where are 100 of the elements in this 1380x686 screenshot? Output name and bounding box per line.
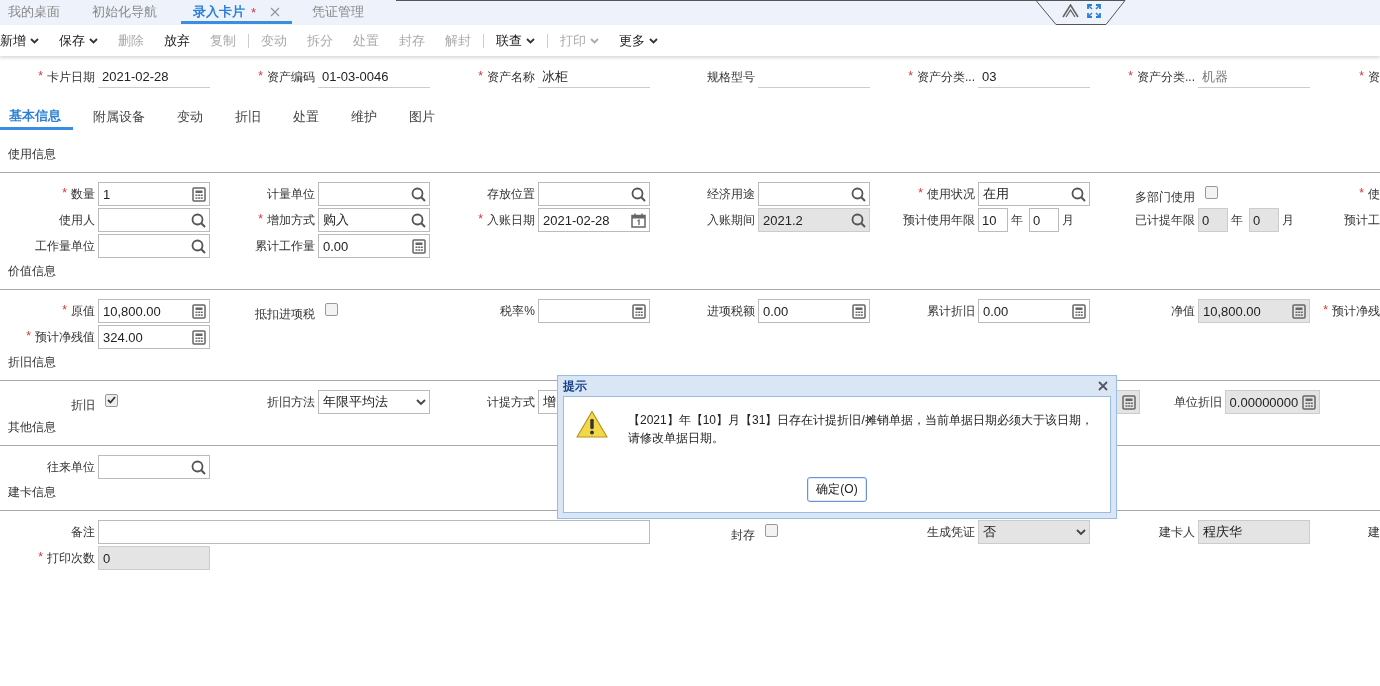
- required-mark: *: [478, 68, 483, 85]
- field-label: 增加方式: [267, 211, 315, 229]
- field-label: 数量: [71, 185, 95, 203]
- field-label: 累计工作量: [255, 237, 315, 255]
- lookup-field[interactable]: [538, 182, 650, 206]
- number-field[interactable]: 10: [978, 208, 1008, 232]
- field-label: 进项税额: [707, 302, 755, 320]
- calculator-icon: [1302, 394, 1316, 410]
- number-field[interactable]: [538, 299, 650, 323]
- toolbar-button[interactable]: 保存: [49, 31, 108, 50]
- field-label: 资产名称: [487, 68, 535, 86]
- number-field[interactable]: 0.00: [978, 299, 1090, 323]
- number-field[interactable]: 10,800.00: [98, 299, 210, 323]
- required-mark: *: [38, 549, 43, 566]
- field-label: 累计折旧: [927, 302, 975, 320]
- section-title: 使用信息: [8, 147, 56, 161]
- field-label: 使: [1368, 185, 1380, 203]
- calculator-icon: [192, 303, 206, 319]
- calculator-icon: [192, 329, 206, 345]
- search-icon: [631, 186, 646, 202]
- ok-button[interactable]: 确定(O): [807, 477, 867, 502]
- required-mark: *: [62, 302, 67, 319]
- field-label: 预计净残值: [35, 328, 95, 346]
- text-field[interactable]: [98, 520, 650, 544]
- lookup-field[interactable]: [98, 234, 210, 258]
- required-mark: *: [1128, 68, 1133, 85]
- field-label: 多部门使用: [1135, 188, 1195, 206]
- checkbox[interactable]: [325, 302, 338, 316]
- search-icon: [411, 212, 426, 228]
- number-field[interactable]: 324.00: [98, 325, 210, 349]
- calculator-icon: [852, 303, 866, 319]
- section-title: 折旧信息: [8, 355, 56, 369]
- checkbox[interactable]: [1205, 185, 1218, 199]
- number-field[interactable]: 1: [98, 182, 210, 206]
- field-label: 资产分类...: [1137, 68, 1195, 86]
- field-label: 备注: [71, 523, 95, 541]
- field-label: 折旧方法: [267, 393, 315, 411]
- chevron-icon: [416, 398, 426, 406]
- lookup-field[interactable]: [758, 182, 870, 206]
- required-mark: *: [918, 185, 923, 202]
- section-title: 其他信息: [8, 420, 56, 434]
- field-label: 计提方式: [487, 393, 535, 411]
- toolbar-button[interactable]: 联查: [486, 31, 545, 50]
- toolbar-button[interactable]: 更多: [609, 31, 668, 50]
- checkbox[interactable]: [765, 523, 778, 537]
- tab[interactable]: 变动: [168, 104, 215, 130]
- required-mark: *: [1359, 185, 1364, 202]
- tab[interactable]: 折旧: [226, 104, 273, 130]
- toolbar-button[interactable]: 新增: [0, 31, 49, 50]
- field-label: 抵扣进项税: [255, 305, 315, 323]
- field-label: 已计提年限: [1135, 211, 1195, 229]
- field-label: 折旧: [71, 396, 95, 414]
- date-field[interactable]: 2021-02-28: [538, 208, 650, 232]
- lookup-field[interactable]: 在用: [978, 182, 1090, 206]
- field-label: 税率%: [500, 302, 535, 320]
- unit-label: 月: [1062, 211, 1074, 229]
- dropdown[interactable]: 年限平均法: [318, 390, 430, 414]
- search-icon: [1071, 186, 1086, 202]
- tab[interactable]: 维护: [342, 104, 389, 130]
- tab[interactable]: 图片: [400, 104, 447, 130]
- field-label: 打印次数: [47, 549, 95, 567]
- required-mark: *: [26, 328, 31, 345]
- tab[interactable]: 处置: [284, 104, 331, 130]
- required-mark: *: [908, 68, 913, 85]
- field-label: 原值: [71, 302, 95, 320]
- warning-icon: [576, 410, 608, 438]
- tab[interactable]: 录入卡片 *: [181, 0, 293, 24]
- calculator-icon: [1292, 303, 1306, 319]
- search-icon: [411, 186, 426, 202]
- toolbar-button[interactable]: 放弃: [154, 31, 200, 50]
- required-mark: *: [38, 68, 43, 85]
- field-label: 存放位置: [487, 185, 535, 203]
- lookup-field[interactable]: [98, 455, 210, 479]
- dialog-message: 【2021】年【10】月【31】日存在计提折旧/摊销单据，当前单据日期必须大于该日期，请修改单据日期。: [628, 412, 1094, 447]
- field-label: 卡片日期: [47, 68, 95, 86]
- number-field[interactable]: 0: [1029, 208, 1059, 232]
- field-label: 建卡人: [1159, 523, 1195, 541]
- required-mark: *: [258, 211, 263, 228]
- lookup-field[interactable]: 购入: [318, 208, 430, 232]
- field-label: 预计净残: [1332, 302, 1380, 320]
- field-label: 使用人: [59, 211, 95, 229]
- lookup-field[interactable]: [318, 182, 430, 206]
- check-icon: [107, 396, 116, 404]
- field-label: 规格型号: [707, 68, 755, 86]
- lookup-field[interactable]: [98, 208, 210, 232]
- field-label: 预计使用年限: [903, 211, 975, 229]
- required-mark: *: [478, 211, 483, 228]
- field-label: 入账期间: [707, 211, 755, 229]
- calculator-icon: [412, 238, 426, 254]
- number-field[interactable]: 0.00: [758, 299, 870, 323]
- field-label: 计量单位: [267, 185, 315, 203]
- search-icon: [851, 186, 866, 202]
- required-mark: *: [62, 185, 67, 202]
- tab[interactable]: 附属设备: [84, 104, 157, 130]
- number-field[interactable]: 0.00: [318, 234, 430, 258]
- close-icon: [1098, 381, 1108, 391]
- checkbox[interactable]: [105, 393, 118, 407]
- field-label: 经济用途: [707, 185, 755, 203]
- calculator-icon: [632, 303, 646, 319]
- tab[interactable]: 基本信息: [0, 104, 73, 130]
